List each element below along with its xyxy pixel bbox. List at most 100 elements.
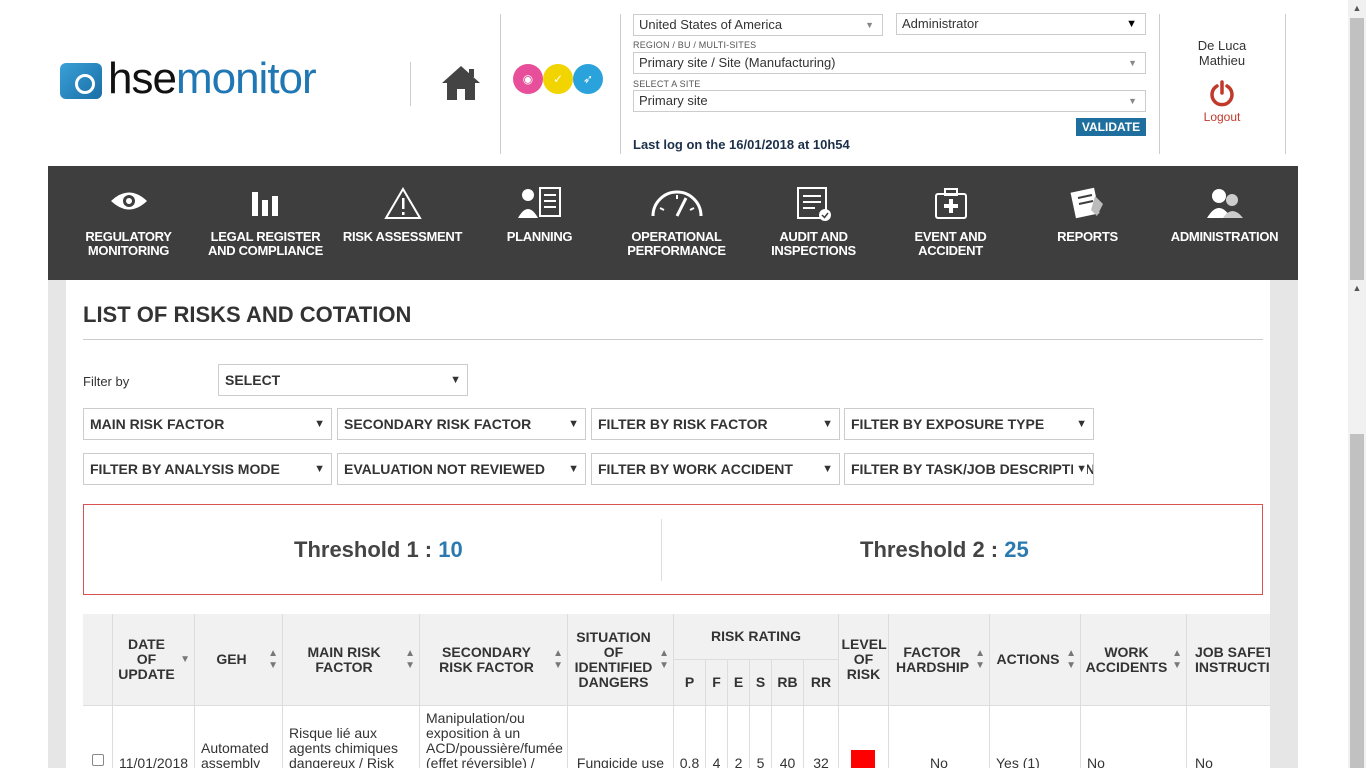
eye-app-icon[interactable]: ◉ (513, 64, 543, 94)
risk-factor-filter-select[interactable]: FILTER BY RISK FACTOR ▼ (591, 408, 840, 440)
user-first-name: De Luca (1197, 38, 1247, 53)
power-icon[interactable] (1209, 80, 1235, 108)
check-app-icon[interactable]: ✓ (543, 64, 573, 94)
filter-value: SECONDARY RISK FACTOR (344, 416, 532, 432)
header-label: S (755, 674, 766, 690)
cell-e: 2 (728, 706, 750, 768)
row-select-cell (83, 706, 113, 768)
exposure-type-filter-select[interactable]: FILTER BY EXPOSURE TYPE ▼ (844, 408, 1094, 440)
first-aid-icon (934, 188, 967, 219)
threshold-1-label: Threshold 1 : (294, 537, 439, 562)
header-label: RB (777, 674, 798, 690)
column-header-date[interactable]: DATE OF UPDATE ▼ (113, 614, 195, 706)
column-header-s: S (750, 660, 772, 706)
filter-value: FILTER BY WORK ACCIDENT (598, 461, 793, 477)
column-header-job-safety[interactable]: JOB SAFETY INSTRUCTIONS (1187, 614, 1270, 706)
chevron-down-icon: ▼ (565, 454, 579, 484)
column-header-secondary-risk[interactable]: SECONDARY RISK FACTOR ▲ ▼ (420, 614, 568, 706)
home-icon[interactable] (440, 64, 482, 102)
site-value: Primary site (639, 93, 708, 108)
header-label: DATE OF UPDATE (118, 636, 175, 682)
region-label: REGION / BU / MULTI-SITES (633, 40, 757, 50)
app-switcher[interactable]: ◉ ✓ ➶ (513, 64, 605, 94)
role-select[interactable]: Administrator ▼ (896, 13, 1146, 35)
sort-icon[interactable]: ▲ ▼ (553, 648, 563, 672)
role-value: Administrator (902, 16, 979, 31)
chevron-down-icon: ▼ (1128, 96, 1137, 106)
header-label: RISK RATING (711, 628, 801, 644)
sort-icon[interactable]: ▲ ▼ (1172, 648, 1182, 672)
country-select[interactable]: United States of America ▼ (633, 14, 883, 36)
sort-down-icon[interactable]: ▼ (180, 654, 190, 666)
select-column-header (83, 614, 113, 706)
cell-job-safety: No (1187, 706, 1270, 768)
compass-app-icon[interactable]: ➶ (573, 64, 603, 94)
threshold-1: Threshold 1 : 10 (294, 537, 463, 563)
column-header-main-risk[interactable]: MAIN RISK FACTOR ▲ ▼ (283, 614, 420, 706)
nav-operational-performance[interactable]: OPERATIONAL PERFORMANCE (608, 166, 745, 280)
header-label: SECONDARY RISK FACTOR (439, 643, 534, 675)
column-header-geh[interactable]: GEH ▲ ▼ (195, 614, 283, 706)
scroll-up-arrow-icon[interactable]: ▲ (1348, 0, 1366, 16)
sort-icon[interactable]: ▲ ▼ (405, 648, 415, 672)
scroll-up-arrow-icon[interactable]: ▲ (1348, 283, 1366, 299)
chevron-down-icon: ▼ (1073, 454, 1087, 484)
work-accident-filter-select[interactable]: FILTER BY WORK ACCIDENT ▼ (591, 453, 840, 485)
task-job-filter-select[interactable]: FILTER BY TASK/JOB DESCRIPTION ▼ (844, 453, 1094, 485)
column-header-hardship[interactable]: FACTOR HARDSHIP ▲ ▼ (889, 614, 990, 706)
main-nav: REGULATORY MONITORING LEGAL REGISTER AND… (48, 166, 1298, 280)
column-header-f: F (706, 660, 728, 706)
chevron-down-icon: ▼ (1126, 18, 1137, 30)
chevron-down-icon: ▼ (565, 409, 579, 439)
logout-link[interactable]: Logout (1180, 110, 1264, 124)
sort-icon[interactable]: ▲ ▼ (659, 648, 669, 672)
sort-icon[interactable]: ▲ ▼ (268, 648, 278, 672)
nav-label: REPORTS (1057, 229, 1118, 244)
header-label: GEH (216, 651, 247, 667)
scrollbar-thumb[interactable] (1350, 434, 1364, 768)
nav-event-accident[interactable]: EVENT AND ACCIDENT (882, 166, 1019, 280)
header-label: JOB SAFETY INSTRUCTIONS (1195, 643, 1270, 675)
checklist-icon (796, 187, 831, 221)
planning-icon (517, 187, 561, 218)
title-divider (83, 339, 1263, 340)
evaluation-not-reviewed-select[interactable]: EVALUATION NOT REVIEWED ▼ (337, 453, 586, 485)
scrollbar-thumb[interactable] (1350, 18, 1364, 280)
sort-icon[interactable]: ▲ ▼ (1066, 648, 1076, 672)
nav-legal-register[interactable]: LEGAL REGISTER AND COMPLIANCE (197, 166, 334, 280)
region-value: Primary site / Site (Manufacturing) (639, 55, 836, 70)
cell-situation: Fungicide use (568, 706, 674, 768)
header-label: WORK ACCIDENTS (1085, 643, 1168, 675)
nav-regulatory-monitoring[interactable]: REGULATORY MONITORING (60, 166, 197, 280)
analysis-mode-filter-select[interactable]: FILTER BY ANALYSIS MODE ▼ (83, 453, 332, 485)
gauge-icon (651, 190, 702, 217)
risk-table: DATE OF UPDATE ▼ GEH ▲ ▼ MAIN RISK FACTOR ▲ ▼… (83, 614, 1270, 768)
nav-audit-inspections[interactable]: AUDIT AND INSPECTIONS (745, 166, 882, 280)
page-scrollbar[interactable]: ▲ ▲ (1348, 0, 1366, 768)
main-risk-factor-select[interactable]: MAIN RISK FACTOR ▼ (83, 408, 332, 440)
cell-work-accidents: No (1081, 706, 1187, 768)
filter-by-select[interactable]: SELECT ▼ (218, 364, 468, 396)
cell-actions[interactable]: Yes (1) (990, 706, 1081, 768)
page-title: LIST OF RISKS AND COTATION (83, 302, 412, 327)
validate-button[interactable]: VALIDATE (1076, 118, 1146, 136)
filter-value: EVALUATION NOT REVIEWED (344, 461, 545, 477)
secondary-risk-factor-select[interactable]: SECONDARY RISK FACTOR ▼ (337, 408, 586, 440)
nav-administration[interactable]: ADMINISTRATION (1156, 166, 1293, 280)
nav-risk-assessment[interactable]: RISK ASSESSMENT (334, 166, 471, 280)
column-header-situation[interactable]: SITUATION OF IDENTIFIED DANGERS ▲ ▼ (568, 614, 674, 706)
nav-planning[interactable]: PLANNING (471, 166, 608, 280)
column-header-work-accidents[interactable]: WORK ACCIDENTS ▲ ▼ (1081, 614, 1187, 706)
cell-date: 11/01/2018 (113, 706, 195, 768)
nav-reports[interactable]: REPORTS (1019, 166, 1156, 280)
column-header-e: E (728, 660, 750, 706)
nav-label: PLANNING (506, 229, 573, 244)
region-select[interactable]: Primary site / Site (Manufacturing) ▼ (633, 52, 1146, 74)
hsemonitor-logo[interactable]: hsemonitor (60, 54, 390, 106)
last-log-text: Last log on the 16/01/2018 at 10h54 (633, 137, 850, 152)
sort-icon[interactable]: ▲ ▼ (975, 648, 985, 672)
header-label: ACTIONS (996, 651, 1060, 667)
site-select[interactable]: Primary site ▼ (633, 90, 1146, 112)
column-header-actions[interactable]: ACTIONS ▲ ▼ (990, 614, 1081, 706)
threshold-2: Threshold 2 : 25 (860, 537, 1029, 563)
